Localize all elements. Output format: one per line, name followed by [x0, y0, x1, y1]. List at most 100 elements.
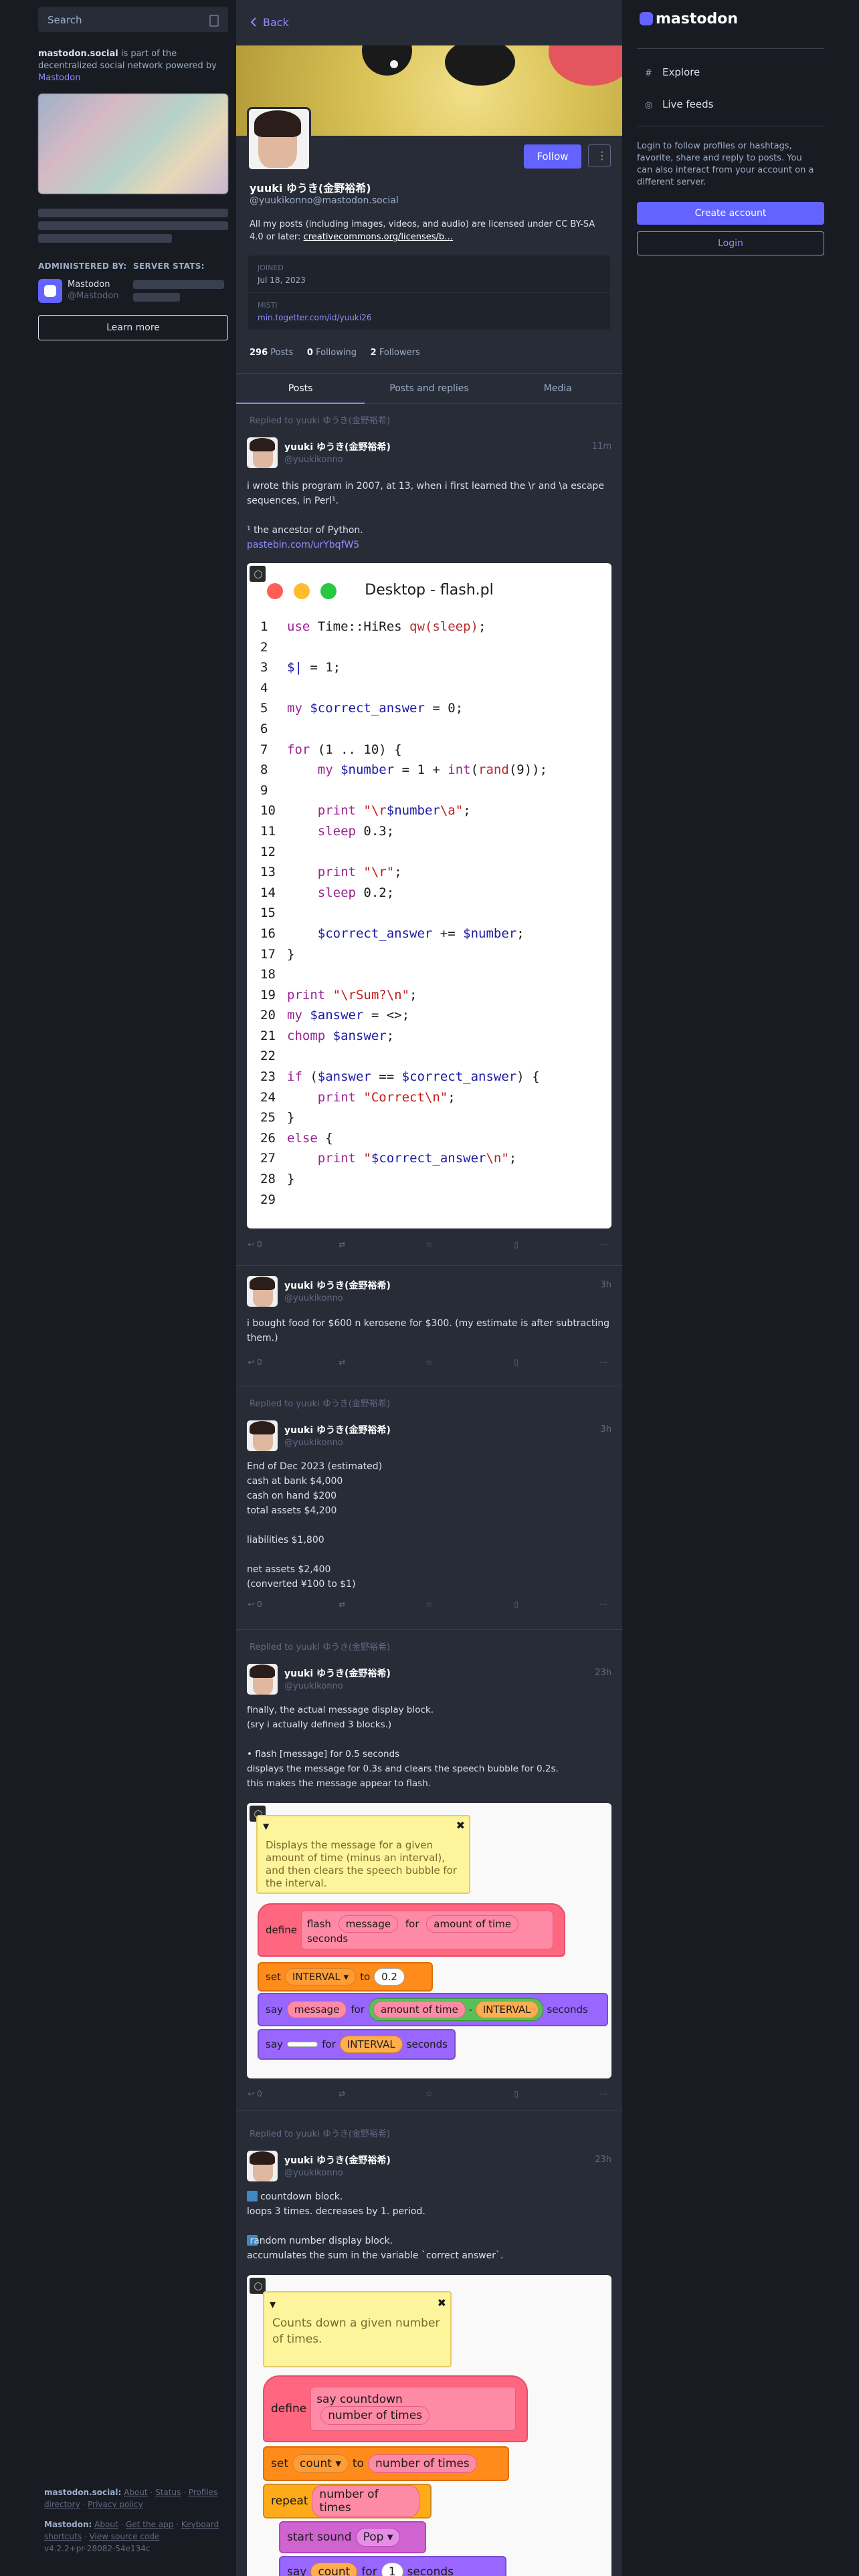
boost-icon[interactable]: ⇄ — [334, 2089, 350, 2105]
status-time[interactable]: 3h — [600, 1424, 611, 1434]
bookmark-icon[interactable]: ▯ — [508, 1358, 524, 1374]
start-sound-block[interactable]: start sound Pop ▾ — [279, 2521, 426, 2553]
reply-icon[interactable]: ↩ 0 — [247, 1240, 263, 1256]
mastodon-logo[interactable]: mastodon — [640, 11, 738, 27]
reply-icon[interactable]: ↩ 0 — [247, 1600, 263, 1616]
favourite-icon[interactable]: ☆ — [421, 1240, 438, 1256]
status-content: finally, the actual message display bloc… — [247, 1705, 559, 1789]
following-count[interactable]: 0 Following — [307, 348, 357, 358]
avatar[interactable] — [247, 1664, 278, 1695]
footer-link[interactable]: About — [124, 2488, 147, 2497]
define-block[interactable]: define say countdown number of times — [263, 2375, 528, 2442]
tab-media[interactable]: Media — [494, 374, 622, 403]
skeleton-line — [38, 234, 172, 243]
divider — [637, 48, 824, 49]
scratch-screenshot[interactable]: ▼ ✖ Displays the message for a given amou… — [247, 1803, 611, 2078]
status-display-name[interactable]: yuuki ゆうき(金野裕希) — [284, 1667, 391, 1680]
status[interactable]: Replied to yuuki ゆうき(金野裕希) yuuki ゆうき(金野裕… — [236, 1386, 622, 1630]
skeleton-line — [38, 209, 228, 217]
profile-name: yuuki ゆうき(金野裕希) — [250, 182, 371, 195]
login-button[interactable]: Login — [637, 231, 824, 255]
more-icon[interactable]: ⋯ — [595, 1358, 611, 1374]
favourite-icon[interactable]: ☆ — [421, 2089, 438, 2105]
reply-icon[interactable]: ↩ 0 — [247, 1358, 263, 1374]
status-time[interactable]: 23h — [595, 1668, 611, 1678]
avatar[interactable] — [247, 1276, 278, 1307]
status-display-name[interactable]: yuuki ゆうき(金野裕希) — [284, 440, 391, 453]
admin-account[interactable]: Mastodon @Mastodon — [38, 279, 133, 303]
status-content: End of Dec 2023 (estimated) cash at bank… — [247, 1461, 383, 1590]
boost-icon[interactable]: ⇄ — [334, 1600, 350, 1616]
posts-count[interactable]: 296 Posts — [250, 348, 293, 358]
misti-link[interactable]: min.togetter.com/id/yuuki26 — [258, 312, 601, 324]
footer-link[interactable]: Get the app — [126, 2520, 173, 2529]
boost-icon[interactable]: ⇄ — [334, 1358, 350, 1374]
mastodon-link[interactable]: Mastodon — [38, 73, 80, 83]
bookmark-icon[interactable]: ▯ — [508, 2089, 524, 2105]
status-display-name[interactable]: yuuki ゆうき(金野裕希) — [284, 1423, 391, 1436]
status-time[interactable]: 23h — [595, 2155, 611, 2165]
back-button[interactable]: Back — [263, 16, 289, 29]
status[interactable]: Replied to yuuki ゆうき(金野裕希) yuuki ゆうき(金野裕… — [236, 2111, 622, 2576]
tab-posts-and-replies[interactable]: Posts and replies — [365, 374, 493, 403]
left-sidebar: Search mastodon.social is part of the de… — [38, 7, 228, 340]
search-placeholder: Search — [47, 14, 82, 26]
status-actions: ↩ 0 ⇄ ☆ ▯ ⋯ — [247, 1240, 611, 1256]
mastodon-avatar — [38, 279, 62, 303]
status[interactable]: Replied to yuuki ゆうき(金野裕希) yuuki ゆうき(金野裕… — [236, 403, 622, 1266]
bio-link[interactable]: creativecommons.org/licenses/b… — [304, 232, 454, 242]
skeleton-line — [38, 221, 228, 230]
more-icon[interactable]: ⋯ — [595, 2089, 611, 2105]
set-block[interactable]: set INTERVAL ▾ to 0.2 — [258, 1962, 433, 1992]
favourite-icon[interactable]: ☆ — [421, 1600, 438, 1616]
avatar[interactable] — [247, 437, 278, 468]
status-time[interactable]: 3h — [600, 1280, 611, 1290]
learn-more-button[interactable]: Learn more — [38, 315, 228, 340]
bookmark-icon[interactable]: ▯ — [508, 1240, 524, 1256]
define-block[interactable]: define flash message for amount of time … — [258, 1903, 565, 1957]
footer-link[interactable]: Privacy policy — [88, 2500, 143, 2509]
footer-link[interactable]: Status — [155, 2488, 181, 2497]
nav-explore[interactable]: # Explore — [637, 58, 824, 87]
more-icon[interactable]: ⋯ — [595, 1240, 611, 1256]
more-icon[interactable]: ⋯ — [595, 1600, 611, 1616]
field-misti: MISTI min.togetter.com/id/yuuki26 — [248, 293, 610, 330]
avatar[interactable] — [247, 2151, 278, 2181]
boost-icon[interactable]: ⇄ — [334, 1240, 350, 1256]
create-account-button[interactable]: Create account — [637, 202, 824, 225]
admin-name: Mastodon — [68, 280, 110, 290]
search-input[interactable]: Search — [38, 7, 228, 32]
follow-button[interactable]: Follow — [524, 144, 581, 169]
status-actions: ↩ 0 ⇄ ☆ ▯ ⋯ — [247, 1358, 611, 1374]
media-visibility-toggle[interactable] — [250, 566, 266, 582]
reply-icon[interactable]: ↩ 0 — [247, 2089, 263, 2105]
dropdown-icon: ▼ — [270, 2300, 276, 2309]
profile-menu-button[interactable] — [588, 144, 611, 167]
nav-live-feeds[interactable]: ◎ Live feeds — [637, 90, 824, 119]
skeleton-line — [133, 293, 180, 302]
avatar[interactable] — [247, 1420, 278, 1451]
followers-count[interactable]: 2 Followers — [371, 348, 420, 358]
back-bar[interactable]: Back — [236, 0, 622, 45]
footer-link[interactable]: View source code — [89, 2532, 159, 2541]
status-display-name[interactable]: yuuki ゆうき(金野裕希) — [284, 1279, 391, 1292]
status-time[interactable]: 11m — [592, 441, 611, 451]
code-screenshot[interactable]: Desktop - flash.pl 1 use Time::HiRes qw(s… — [247, 563, 611, 1228]
status[interactable]: Replied to yuuki ゆうき(金野裕希) yuuki ゆうき(金野裕… — [236, 1629, 622, 2111]
profile-fields: JOINED Jul 18, 2023 MISTI min.togetter.com… — [248, 255, 610, 330]
say-block[interactable]: say message for amount of time - INTERVA… — [258, 1993, 608, 2026]
footer-link[interactable]: About — [94, 2520, 118, 2529]
status[interactable]: yuuki ゆうき(金野裕希) @yuukikonno 3h i bought … — [236, 1265, 622, 1386]
say-block[interactable]: say for INTERVAL seconds — [258, 2029, 456, 2060]
close-icon: ✖ — [456, 1819, 465, 1832]
favourite-icon[interactable]: ☆ — [421, 1358, 438, 1374]
scratch-screenshot[interactable]: ▼ ✖ Counts down a given number of times. … — [247, 2275, 611, 2576]
tab-posts[interactable]: Posts — [236, 374, 365, 404]
bookmark-icon[interactable]: ▯ — [508, 1600, 524, 1616]
status-link[interactable]: pastebin.com/urYbqfW5 — [247, 538, 611, 552]
status-display-name[interactable]: yuuki ゆうき(金野裕希) — [284, 2153, 391, 2167]
replied-indicator: Replied to yuuki ゆうき(金野裕希) — [250, 416, 391, 426]
set-block[interactable]: set count ▾ to number of times — [263, 2446, 509, 2481]
say-block[interactable]: say count for 1 seconds — [279, 2556, 506, 2576]
repeat-block[interactable]: repeat number of times — [263, 2484, 432, 2518]
